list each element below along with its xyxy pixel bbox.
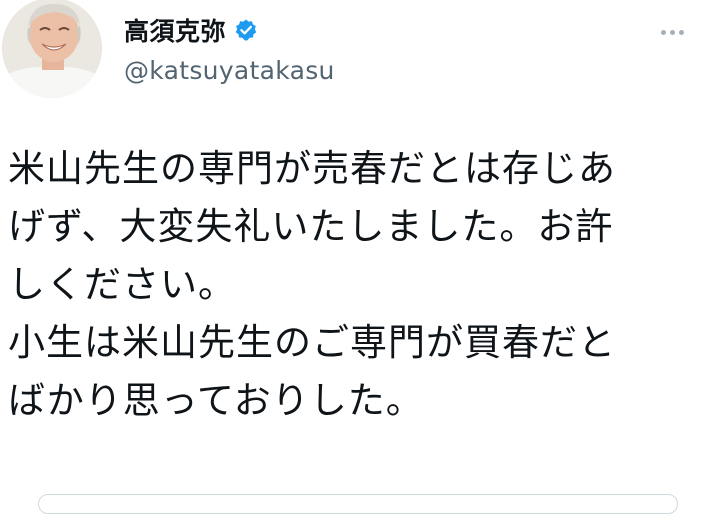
tweet-text-line: 小生は米山先生のご専門が買春だと [8, 321, 616, 364]
display-name[interactable]: 高須克弥 [124, 12, 226, 48]
tweet-header: 高須克弥 @katsuyatakasu [124, 12, 335, 85]
avatar-image [2, 0, 102, 98]
avatar[interactable] [2, 0, 102, 98]
tweet: 高須克弥 @katsuyatakasu 米山先生の専門が売春だとは存じあ げず、… [0, 0, 718, 514]
more-horizontal-icon [660, 29, 666, 35]
tweet-text-line: 米山先生の専門が売春だとは存じあ [8, 147, 616, 190]
more-horizontal-icon [678, 29, 684, 35]
tweet-text-line: げず、大変失礼いたしました。お許 [8, 205, 614, 248]
tweet-text-line: ばかり思っておりした。 [8, 379, 424, 422]
attached-card-edge[interactable] [38, 494, 678, 514]
name-row: 高須克弥 [124, 12, 335, 48]
user-handle[interactable]: @katsuyatakasu [124, 56, 335, 85]
more-options-button[interactable] [652, 18, 692, 46]
tweet-text: 米山先生の専門が売春だとは存じあ げず、大変失礼いたしました。お許 しください。… [8, 140, 708, 430]
verified-badge-icon [234, 18, 258, 42]
more-horizontal-icon [669, 29, 675, 35]
tweet-text-line: しください。 [8, 263, 236, 306]
